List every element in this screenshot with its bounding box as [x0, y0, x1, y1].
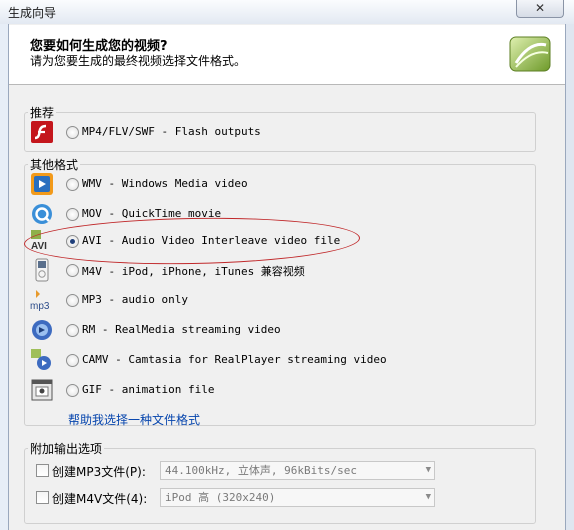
other-formats-label: 其他格式	[28, 156, 81, 173]
title-bar	[0, 0, 574, 24]
wizard-logo-icon	[509, 36, 551, 72]
m4v-profile-value: iPod 高 (320x240)	[165, 491, 276, 504]
option-mp3-label: MP3 - audio only	[82, 293, 188, 306]
option-flash[interactable]: MP4/FLV/SWF - Flash outputs	[30, 120, 530, 148]
option-m4v-label: M4V - iPod, iPhone, iTunes 兼容视频	[82, 265, 305, 278]
radio-mov[interactable]	[66, 208, 79, 221]
option-wmv-label: WMV - Windows Media video	[82, 177, 248, 190]
radio-mp3[interactable]	[66, 294, 79, 307]
create-m4v-checkbox[interactable]	[36, 491, 49, 504]
chevron-down-icon: ▼	[425, 492, 431, 502]
create-mp3-label: 创建MP3文件(P):	[52, 465, 146, 479]
create-m4v-label: 创建M4V文件(4):	[52, 492, 148, 506]
option-mp3[interactable]: mp3 MP3 - audio only	[30, 288, 530, 316]
windows-media-icon	[31, 173, 53, 195]
option-camv-label: CAMV - Camtasia for RealPlayer streaming…	[82, 353, 387, 366]
mp3-quality-value: 44.100kHz, 立体声, 96kBits/sec	[165, 464, 357, 477]
recommended-label: 推荐	[28, 104, 57, 121]
ipod-icon	[35, 258, 49, 282]
radio-wmv[interactable]	[66, 178, 79, 191]
window-title: 生成向导	[8, 6, 57, 20]
option-camv[interactable]: CAMV - Camtasia for RealPlayer streaming…	[30, 348, 530, 376]
mp3-quality-select[interactable]: 44.100kHz, 立体声, 96kBits/sec ▼	[160, 461, 435, 480]
option-rm[interactable]: RM - RealMedia streaming video	[30, 318, 530, 346]
quicktime-icon	[32, 204, 52, 224]
help-choose-format-link[interactable]: 帮助我选择一种文件格式	[68, 411, 200, 428]
camv-icon	[31, 349, 51, 370]
gif-icon	[31, 379, 53, 401]
radio-camv[interactable]	[66, 354, 79, 367]
additional-options-group	[24, 448, 536, 524]
mp3-icon: mp3	[30, 290, 50, 312]
flash-icon	[31, 121, 53, 143]
option-gif-label: GIF - animation file	[82, 383, 215, 396]
radio-gif[interactable]	[66, 384, 79, 397]
option-gif[interactable]: GIF - animation file	[30, 378, 530, 406]
radio-rm[interactable]	[66, 324, 79, 337]
radio-flash[interactable]	[66, 126, 79, 139]
chevron-down-icon: ▼	[425, 465, 431, 475]
additional-options-label: 附加输出选项	[28, 440, 105, 457]
create-mp3-checkbox[interactable]	[36, 464, 49, 477]
close-button[interactable]: ✕	[516, 0, 564, 18]
window-edge	[566, 24, 574, 530]
svg-text:mp3: mp3	[30, 301, 50, 312]
radio-m4v[interactable]	[66, 264, 79, 277]
page-subtitle: 请为您要生成的最终视频选择文件格式。	[30, 54, 247, 68]
option-rm-label: RM - RealMedia streaming video	[82, 323, 281, 336]
m4v-profile-select[interactable]: iPod 高 (320x240) ▼	[160, 488, 435, 507]
realmedia-icon	[32, 320, 52, 340]
option-wmv[interactable]: WMV - Windows Media video	[30, 172, 530, 200]
option-flash-label: MP4/FLV/SWF - Flash outputs	[82, 125, 261, 138]
